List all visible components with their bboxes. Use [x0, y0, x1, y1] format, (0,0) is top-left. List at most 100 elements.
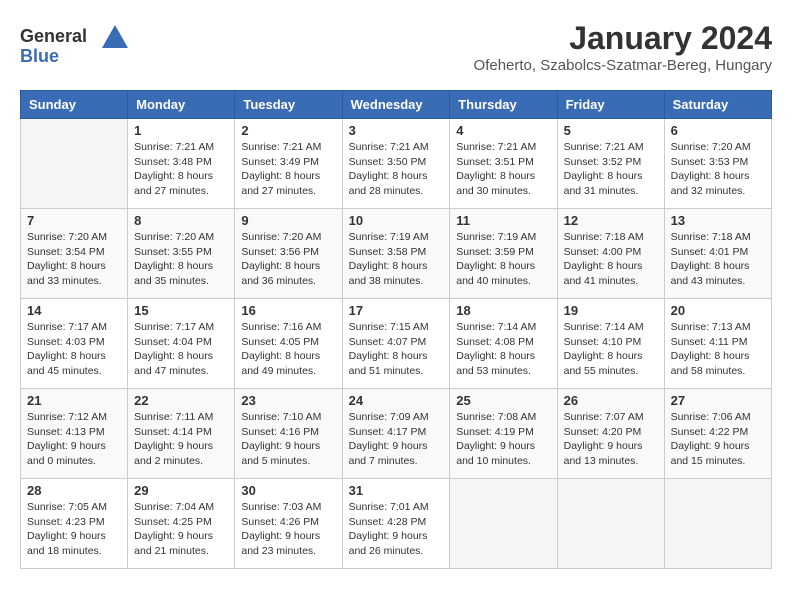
day-number: 30 [241, 483, 335, 498]
day-info: Sunrise: 7:09 AMSunset: 4:17 PMDaylight:… [349, 410, 444, 469]
day-info: Sunrise: 7:21 AMSunset: 3:48 PMDaylight:… [134, 140, 228, 199]
calendar-cell: 10Sunrise: 7:19 AMSunset: 3:58 PMDayligh… [342, 209, 450, 299]
day-info: Sunrise: 7:17 AMSunset: 4:04 PMDaylight:… [134, 320, 228, 379]
calendar-cell: 29 Sunrise: 7:04 AMSunset: 4:25 PMDayligh… [128, 479, 235, 569]
day-info: Sunrise: 7:04 AMSunset: 4:25 PMDaylight:… [134, 500, 228, 559]
day-number: 12 [564, 213, 658, 228]
day-number: 26 [564, 393, 658, 408]
day-info: Sunrise: 7:18 AMSunset: 4:01 PMDaylight:… [671, 230, 765, 289]
day-number: 22 [134, 393, 228, 408]
day-info: Sunrise: 7:21 AMSunset: 3:52 PMDaylight:… [564, 140, 658, 199]
calendar-cell: 9 Sunrise: 7:20 AMSunset: 3:56 PMDaylight… [235, 209, 342, 299]
calendar-cell: 16 Sunrise: 7:16 AMSunset: 4:05 PMDayligh… [235, 299, 342, 389]
day-number: 16 [241, 303, 335, 318]
logo: General Blue [20, 20, 130, 68]
day-header-friday: Friday [557, 91, 664, 119]
calendar-cell [21, 119, 128, 209]
day-info: Sunrise: 7:06 AMSunset: 4:22 PMDaylight:… [671, 410, 765, 469]
day-info: Sunrise: 7:03 AMSunset: 4:26 PMDaylight:… [241, 500, 335, 559]
day-number: 6 [671, 123, 765, 138]
day-number: 5 [564, 123, 658, 138]
calendar-cell [557, 479, 664, 569]
calendar-cell: 12Sunrise: 7:18 AMSunset: 4:00 PMDayligh… [557, 209, 664, 299]
day-number: 20 [671, 303, 765, 318]
calendar-cell: 31 Sunrise: 7:01 AMSunset: 4:28 PMDayligh… [342, 479, 450, 569]
day-info: Sunrise: 7:14 AMSunset: 4:10 PMDaylight:… [564, 320, 658, 379]
day-number: 25 [456, 393, 550, 408]
day-number: 4 [456, 123, 550, 138]
calendar-cell: 6 Sunrise: 7:20 AMSunset: 3:53 PMDaylight… [664, 119, 771, 209]
day-info: Sunrise: 7:21 AMSunset: 3:49 PMDaylight:… [241, 140, 335, 199]
day-number: 27 [671, 393, 765, 408]
calendar-cell: 8 Sunrise: 7:20 AMSunset: 3:55 PMDaylight… [128, 209, 235, 299]
day-number: 11 [456, 213, 550, 228]
calendar-cell: 26 Sunrise: 7:07 AMSunset: 4:20 PMDayligh… [557, 389, 664, 479]
logo-svg: General Blue [20, 20, 130, 68]
calendar-cell: 3 Sunrise: 7:21 AMSunset: 3:50 PMDaylight… [342, 119, 450, 209]
title-block: January 2024 Ofeherto, Szabolcs-Szatmar-… [474, 20, 772, 74]
day-info: Sunrise: 7:07 AMSunset: 4:20 PMDaylight:… [564, 410, 658, 469]
calendar-cell: 13 Sunrise: 7:18 AMSunset: 4:01 PMDayligh… [664, 209, 771, 299]
day-info: Sunrise: 7:19 AMSunset: 3:59 PMDaylight:… [456, 230, 550, 289]
day-number: 29 [134, 483, 228, 498]
day-info: Sunrise: 7:20 AMSunset: 3:54 PMDaylight:… [27, 230, 121, 289]
day-number: 23 [241, 393, 335, 408]
calendar-cell: 30 Sunrise: 7:03 AMSunset: 4:26 PMDayligh… [235, 479, 342, 569]
day-number: 19 [564, 303, 658, 318]
day-number: 9 [241, 213, 335, 228]
day-number: 7 [27, 213, 121, 228]
day-header-saturday: Saturday [664, 91, 771, 119]
page-header: General Blue January 2024 Ofeherto, Szab… [20, 20, 772, 74]
day-info: Sunrise: 7:21 AMSunset: 3:50 PMDaylight:… [349, 140, 444, 199]
day-number: 24 [349, 393, 444, 408]
calendar-cell: 27 Sunrise: 7:06 AMSunset: 4:22 PMDayligh… [664, 389, 771, 479]
day-number: 21 [27, 393, 121, 408]
day-number: 14 [27, 303, 121, 318]
calendar-cell [450, 479, 557, 569]
calendar-cell: 18 Sunrise: 7:14 AMSunset: 4:08 PMDayligh… [450, 299, 557, 389]
calendar-cell: 1 Sunrise: 7:21 AMSunset: 3:48 PMDaylight… [128, 119, 235, 209]
calendar-cell [664, 479, 771, 569]
calendar-cell: 21 Sunrise: 7:12 AMSunset: 4:13 PMDayligh… [21, 389, 128, 479]
day-info: Sunrise: 7:21 AMSunset: 3:51 PMDaylight:… [456, 140, 550, 199]
day-number: 3 [349, 123, 444, 138]
day-info: Sunrise: 7:19 AMSunset: 3:58 PMDaylight:… [349, 230, 444, 289]
day-info: Sunrise: 7:17 AMSunset: 4:03 PMDaylight:… [27, 320, 121, 379]
day-number: 1 [134, 123, 228, 138]
calendar-cell: 5 Sunrise: 7:21 AMSunset: 3:52 PMDaylight… [557, 119, 664, 209]
day-info: Sunrise: 7:05 AMSunset: 4:23 PMDaylight:… [27, 500, 121, 559]
day-info: Sunrise: 7:16 AMSunset: 4:05 PMDaylight:… [241, 320, 335, 379]
calendar-cell: 4 Sunrise: 7:21 AMSunset: 3:51 PMDaylight… [450, 119, 557, 209]
day-info: Sunrise: 7:13 AMSunset: 4:11 PMDaylight:… [671, 320, 765, 379]
day-info: Sunrise: 7:15 AMSunset: 4:07 PMDaylight:… [349, 320, 444, 379]
calendar-cell: 7 Sunrise: 7:20 AMSunset: 3:54 PMDaylight… [21, 209, 128, 299]
svg-text:General: General [20, 26, 87, 46]
day-info: Sunrise: 7:20 AMSunset: 3:53 PMDaylight:… [671, 140, 765, 199]
month-title: January 2024 [474, 20, 772, 57]
day-header-tuesday: Tuesday [235, 91, 342, 119]
day-info: Sunrise: 7:20 AMSunset: 3:55 PMDaylight:… [134, 230, 228, 289]
day-info: Sunrise: 7:10 AMSunset: 4:16 PMDaylight:… [241, 410, 335, 469]
day-header-sunday: Sunday [21, 91, 128, 119]
day-header-monday: Monday [128, 91, 235, 119]
calendar-cell: 25 Sunrise: 7:08 AMSunset: 4:19 PMDayligh… [450, 389, 557, 479]
day-info: Sunrise: 7:01 AMSunset: 4:28 PMDaylight:… [349, 500, 444, 559]
day-number: 18 [456, 303, 550, 318]
day-info: Sunrise: 7:14 AMSunset: 4:08 PMDaylight:… [456, 320, 550, 379]
calendar-cell: 17Sunrise: 7:15 AMSunset: 4:07 PMDayligh… [342, 299, 450, 389]
day-number: 31 [349, 483, 444, 498]
calendar-cell: 28Sunrise: 7:05 AMSunset: 4:23 PMDayligh… [21, 479, 128, 569]
day-info: Sunrise: 7:12 AMSunset: 4:13 PMDaylight:… [27, 410, 121, 469]
svg-text:Blue: Blue [20, 46, 59, 66]
calendar-cell: 15Sunrise: 7:17 AMSunset: 4:04 PMDayligh… [128, 299, 235, 389]
day-info: Sunrise: 7:11 AMSunset: 4:14 PMDaylight:… [134, 410, 228, 469]
calendar-cell: 23 Sunrise: 7:10 AMSunset: 4:16 PMDayligh… [235, 389, 342, 479]
day-info: Sunrise: 7:20 AMSunset: 3:56 PMDaylight:… [241, 230, 335, 289]
calendar-cell: 19 Sunrise: 7:14 AMSunset: 4:10 PMDayligh… [557, 299, 664, 389]
day-header-wednesday: Wednesday [342, 91, 450, 119]
day-number: 13 [671, 213, 765, 228]
calendar-table: SundayMondayTuesdayWednesdayThursdayFrid… [20, 90, 772, 569]
day-number: 8 [134, 213, 228, 228]
day-info: Sunrise: 7:08 AMSunset: 4:19 PMDaylight:… [456, 410, 550, 469]
calendar-cell: 24 Sunrise: 7:09 AMSunset: 4:17 PMDayligh… [342, 389, 450, 479]
